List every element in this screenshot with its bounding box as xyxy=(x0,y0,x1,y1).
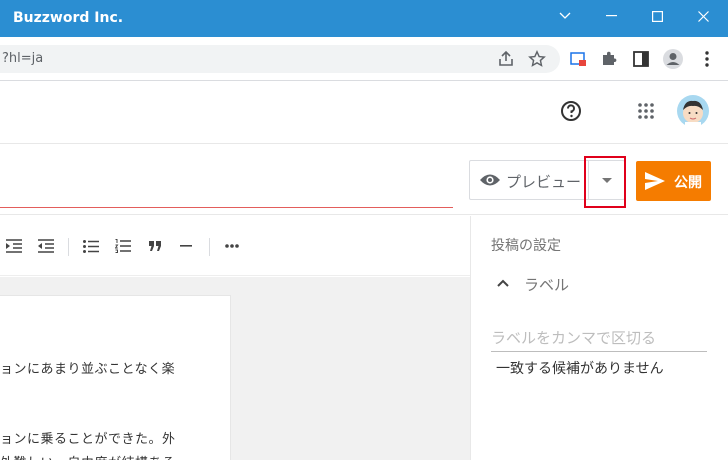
quote-icon[interactable] xyxy=(144,236,166,256)
browser-window: Buzzword Inc. ?hl=ja プレビュー 公開 ョンにあまり並ぶこと… xyxy=(0,0,728,460)
horizontal-line-icon[interactable] xyxy=(175,236,197,256)
address-bar[interactable]: ?hl=ja xyxy=(0,45,560,73)
chevron-up-icon xyxy=(497,279,509,287)
bulleted-list-icon[interactable] xyxy=(80,236,102,256)
labels-title: ラベル xyxy=(524,276,570,294)
body-line: 外難しい。自由度が結構ある xyxy=(0,452,176,460)
eye-icon xyxy=(480,174,500,186)
indent-icon[interactable] xyxy=(3,236,25,256)
body-line: ョンにあまり並ぶことなく楽 xyxy=(0,362,176,377)
preview-label: プレビュー xyxy=(506,173,582,191)
apps-grid-icon[interactable] xyxy=(634,99,658,123)
post-body[interactable]: ョンにあまり並ぶことなく楽 ョンに乗ることができた。外 外難しい。自由度が結構あ… xyxy=(0,295,231,460)
share-icon[interactable] xyxy=(494,47,518,71)
maximize-icon[interactable] xyxy=(634,0,680,32)
url-text: ?hl=ja xyxy=(2,51,44,66)
help-icon[interactable] xyxy=(559,99,583,123)
toolbar-divider xyxy=(209,238,210,256)
send-icon xyxy=(645,172,665,190)
title-bar: Buzzword Inc. xyxy=(0,0,728,37)
publish-button[interactable]: 公開 xyxy=(636,161,711,201)
more-menu-icon[interactable] xyxy=(695,47,719,71)
outdent-icon[interactable] xyxy=(35,236,57,256)
window-title: Buzzword Inc. xyxy=(13,10,124,26)
toolbar-divider xyxy=(68,238,69,256)
browser-toolbar: ?hl=ja xyxy=(0,37,728,81)
post-settings-panel: 投稿の設定 ラベル 一致する候補がありません xyxy=(470,216,728,460)
labels-input[interactable] xyxy=(491,324,707,352)
avatar[interactable] xyxy=(676,94,710,128)
more-options-icon[interactable] xyxy=(221,236,243,256)
publish-label: 公開 xyxy=(674,175,702,191)
profile-icon[interactable] xyxy=(661,47,685,71)
highlight-box xyxy=(584,156,626,208)
body-line: ョンに乗ることができた。外 xyxy=(0,432,176,447)
no-match-message: 一致する候補がありません xyxy=(496,361,664,377)
editor-area: ョンにあまり並ぶことなく楽 ョンに乗ることができた。外 外難しい。自由度が結構あ… xyxy=(0,277,470,460)
formatting-toolbar xyxy=(0,216,470,276)
close-icon[interactable] xyxy=(680,0,726,32)
numbered-list-icon[interactable] xyxy=(112,236,134,256)
post-title-row: プレビュー 公開 xyxy=(0,145,728,215)
app-header xyxy=(0,82,728,144)
bookmark-star-icon[interactable] xyxy=(525,47,549,71)
post-title-field[interactable] xyxy=(0,207,453,208)
side-panel-icon[interactable] xyxy=(629,47,653,71)
extension-icon[interactable] xyxy=(566,47,590,71)
labels-section-toggle[interactable]: ラベル xyxy=(493,272,693,296)
post-settings-heading: 投稿の設定 xyxy=(491,238,561,254)
tab-search-icon[interactable] xyxy=(542,0,588,32)
puzzle-icon[interactable] xyxy=(597,47,621,71)
minimize-icon[interactable] xyxy=(588,0,634,32)
